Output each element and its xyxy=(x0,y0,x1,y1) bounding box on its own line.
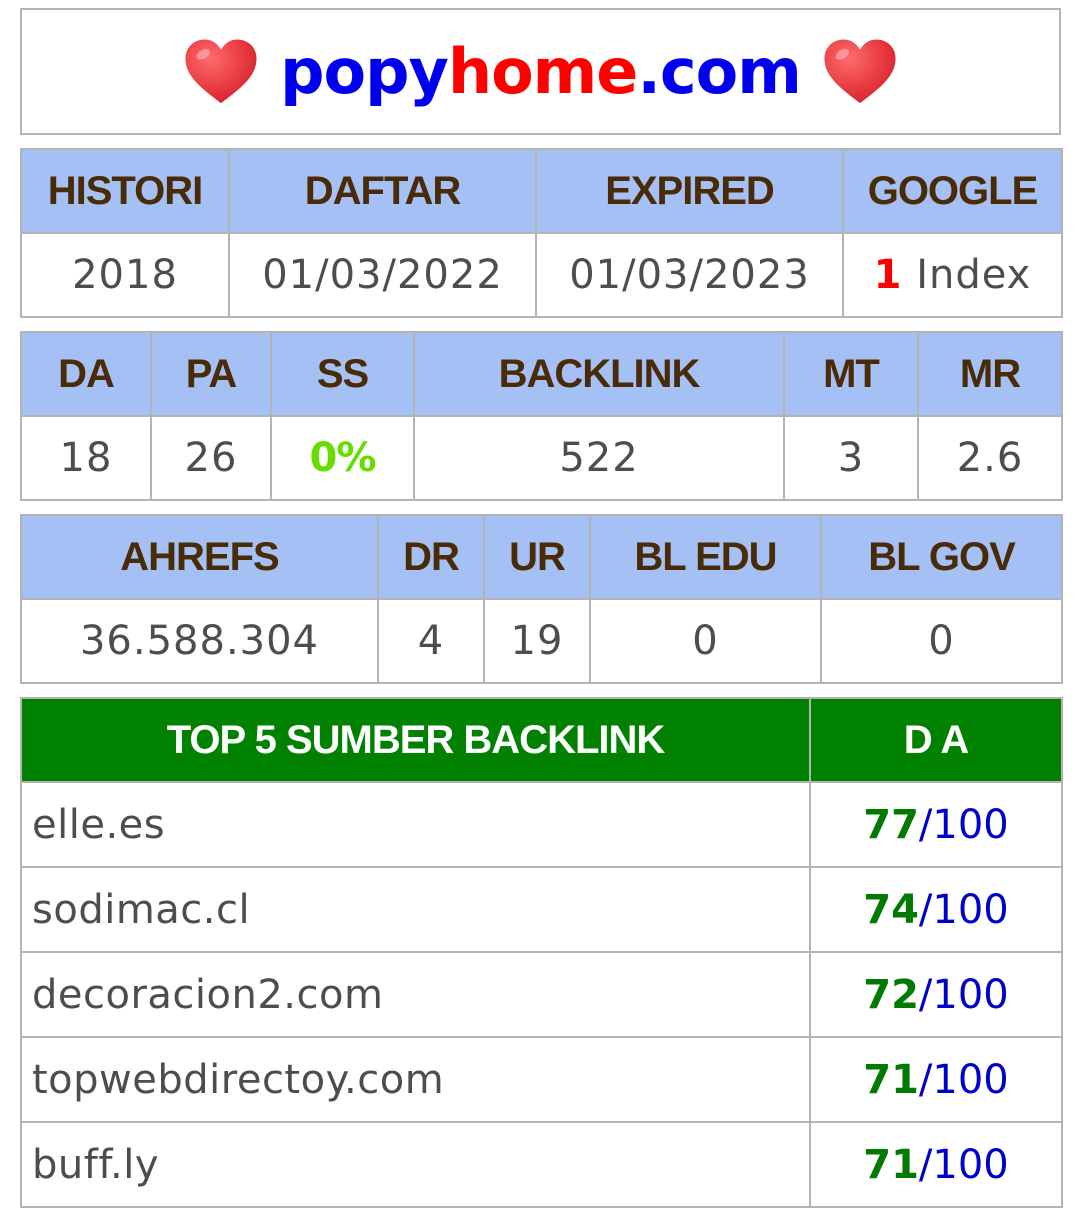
table-row: decoracion2.com 72/100 xyxy=(20,951,1063,1038)
heart-icon xyxy=(824,38,896,103)
da-separator: / xyxy=(918,1056,933,1103)
da-separator: / xyxy=(918,971,933,1018)
backlink-value: 522 xyxy=(413,415,785,501)
pa-value: 26 xyxy=(150,415,272,501)
header-mt: MT xyxy=(783,331,919,417)
da-max: 100 xyxy=(932,1141,1009,1188)
backlink-site: decoracion2.com xyxy=(20,951,811,1038)
header-ss: SS xyxy=(270,331,415,417)
backlink-site: buff.ly xyxy=(20,1121,811,1208)
da-max: 100 xyxy=(932,886,1009,933)
daftar-value: 01/03/2022 xyxy=(228,232,537,318)
table-row: sodimac.cl 74/100 xyxy=(20,866,1063,953)
header-dr: DR xyxy=(377,514,485,600)
title-banner: popyhome.com xyxy=(20,8,1061,135)
da-max: 100 xyxy=(932,971,1009,1018)
backlink-site: sodimac.cl xyxy=(20,866,811,953)
domain-info-card: popyhome.com HISTORI DAFTAR EXPIRED GOOG… xyxy=(20,8,1063,1208)
ahrefs-value: 36.588.304 xyxy=(20,598,379,684)
backlink-da: 71/100 xyxy=(809,1036,1063,1123)
header-google: GOOGLE xyxy=(842,148,1063,234)
heart-icon xyxy=(185,38,257,103)
table-row: elle.es 77/100 xyxy=(20,781,1063,868)
registration-table: HISTORI DAFTAR EXPIRED GOOGLE 2018 01/03… xyxy=(20,148,1063,318)
header-da-score: D A xyxy=(809,697,1063,783)
google-index-count: 1 xyxy=(873,252,903,298)
backlink-site: topwebdirectoy.com xyxy=(20,1036,811,1123)
header-da: DA xyxy=(20,331,152,417)
header-ur: UR xyxy=(483,514,591,600)
da-separator: / xyxy=(918,886,933,933)
header-expired: EXPIRED xyxy=(535,148,844,234)
header-daftar: DAFTAR xyxy=(228,148,537,234)
expired-value: 01/03/2023 xyxy=(535,232,844,318)
da-separator: / xyxy=(918,801,933,848)
site-title-part1: popy xyxy=(280,34,449,108)
table-row: topwebdirectoy.com 71/100 xyxy=(20,1036,1063,1123)
header-histori: HISTORI xyxy=(20,148,230,234)
header-backlink: BACKLINK xyxy=(413,331,785,417)
da-score: 74 xyxy=(863,886,919,933)
da-score: 71 xyxy=(863,1056,919,1103)
header-top5-sumber-backlink: TOP 5 SUMBER BACKLINK xyxy=(20,697,811,783)
ahrefs-metrics-table: AHREFS DR UR BL EDU BL GOV 36.588.304 4 … xyxy=(20,514,1063,684)
da-value: 18 xyxy=(20,415,152,501)
table-row: buff.ly 71/100 xyxy=(20,1121,1063,1208)
site-title-part2: home xyxy=(447,34,638,108)
mr-value: 2.6 xyxy=(917,415,1063,501)
da-separator: / xyxy=(918,1141,933,1188)
backlink-site: elle.es xyxy=(20,781,811,868)
da-max: 100 xyxy=(932,801,1009,848)
da-score: 71 xyxy=(863,1141,919,1188)
ur-value: 19 xyxy=(483,598,591,684)
header-mr: MR xyxy=(917,331,1063,417)
site-title-part3: .com xyxy=(637,34,802,108)
backlink-da: 74/100 xyxy=(809,866,1063,953)
header-pa: PA xyxy=(150,331,272,417)
da-score: 72 xyxy=(863,971,919,1018)
header-ahrefs: AHREFS xyxy=(20,514,379,600)
bl-gov-value: 0 xyxy=(820,598,1063,684)
backlink-da: 71/100 xyxy=(809,1121,1063,1208)
dr-value: 4 xyxy=(377,598,485,684)
da-score: 77 xyxy=(863,801,919,848)
header-bl-gov: BL GOV xyxy=(820,514,1063,600)
google-value: 1 Index xyxy=(842,232,1063,318)
mt-value: 3 xyxy=(783,415,919,501)
site-title: popyhome.com xyxy=(280,40,802,103)
top-backlinks-table: TOP 5 SUMBER BACKLINK D A elle.es 77/100… xyxy=(20,697,1063,1208)
bl-edu-value: 0 xyxy=(589,598,822,684)
google-index-label: Index xyxy=(902,252,1032,298)
header-bl-edu: BL EDU xyxy=(589,514,822,600)
ss-value: 0% xyxy=(270,415,415,501)
da-max: 100 xyxy=(932,1056,1009,1103)
moz-metrics-table: DA PA SS BACKLINK MT MR 18 26 0% 522 3 2… xyxy=(20,331,1063,501)
backlink-da: 72/100 xyxy=(809,951,1063,1038)
backlink-da: 77/100 xyxy=(809,781,1063,868)
histori-value: 2018 xyxy=(20,232,230,318)
